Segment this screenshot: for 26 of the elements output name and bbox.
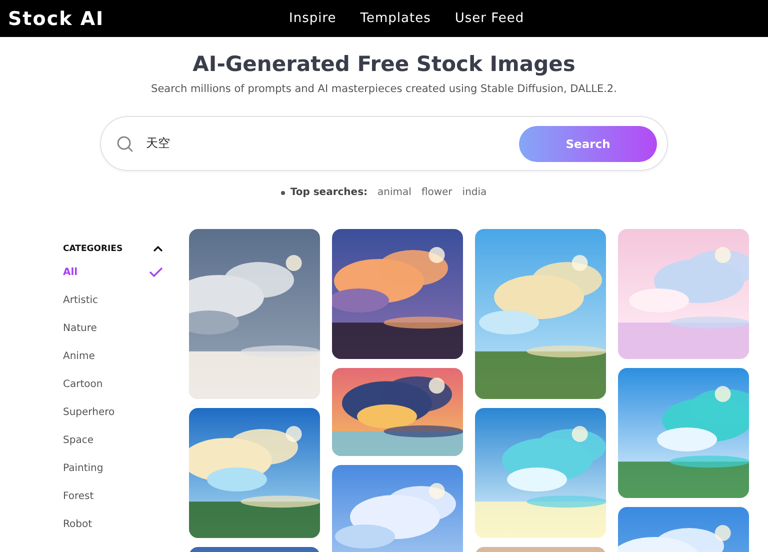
category-item[interactable]: Forest xyxy=(63,482,163,510)
category-item[interactable]: Nature xyxy=(63,314,163,342)
page-title: AI-Generated Free Stock Images xyxy=(192,52,576,76)
category-item[interactable]: Superhero xyxy=(63,398,163,426)
site-logo[interactable]: Stock AI xyxy=(8,8,104,30)
category-item[interactable]: Space xyxy=(63,426,163,454)
caret-icon[interactable] xyxy=(153,245,163,253)
search-term-link[interactable]: animal xyxy=(378,187,412,198)
search-bar[interactable]: 天空 Search xyxy=(100,116,668,171)
category-item[interactable]: Cartoon xyxy=(63,370,163,398)
categories-heading: CATEGORIES xyxy=(63,244,123,254)
check-icon xyxy=(149,267,163,277)
category-item[interactable]: All xyxy=(63,258,163,286)
category-item[interactable]: Artistic xyxy=(63,286,163,314)
bullet-icon xyxy=(281,190,286,194)
search-icon xyxy=(116,134,134,152)
nav-link[interactable]: Templates xyxy=(360,11,431,26)
category-item[interactable]: Anime xyxy=(63,342,163,370)
search-term-link[interactable]: india xyxy=(462,187,487,198)
page-subtitle: Search millions of prompts and AI masterpieces created using Stable Diffusion, DALLE.2. xyxy=(151,83,617,95)
search-term-link[interactable]: flower xyxy=(421,187,452,198)
nav-link[interactable]: Inspire xyxy=(289,11,336,26)
category-item[interactable]: Robot xyxy=(63,510,163,538)
top-searches-label: Top searches: xyxy=(290,187,368,198)
nav-link[interactable]: User Feed xyxy=(454,11,524,26)
category-item[interactable]: Painting xyxy=(63,454,163,482)
